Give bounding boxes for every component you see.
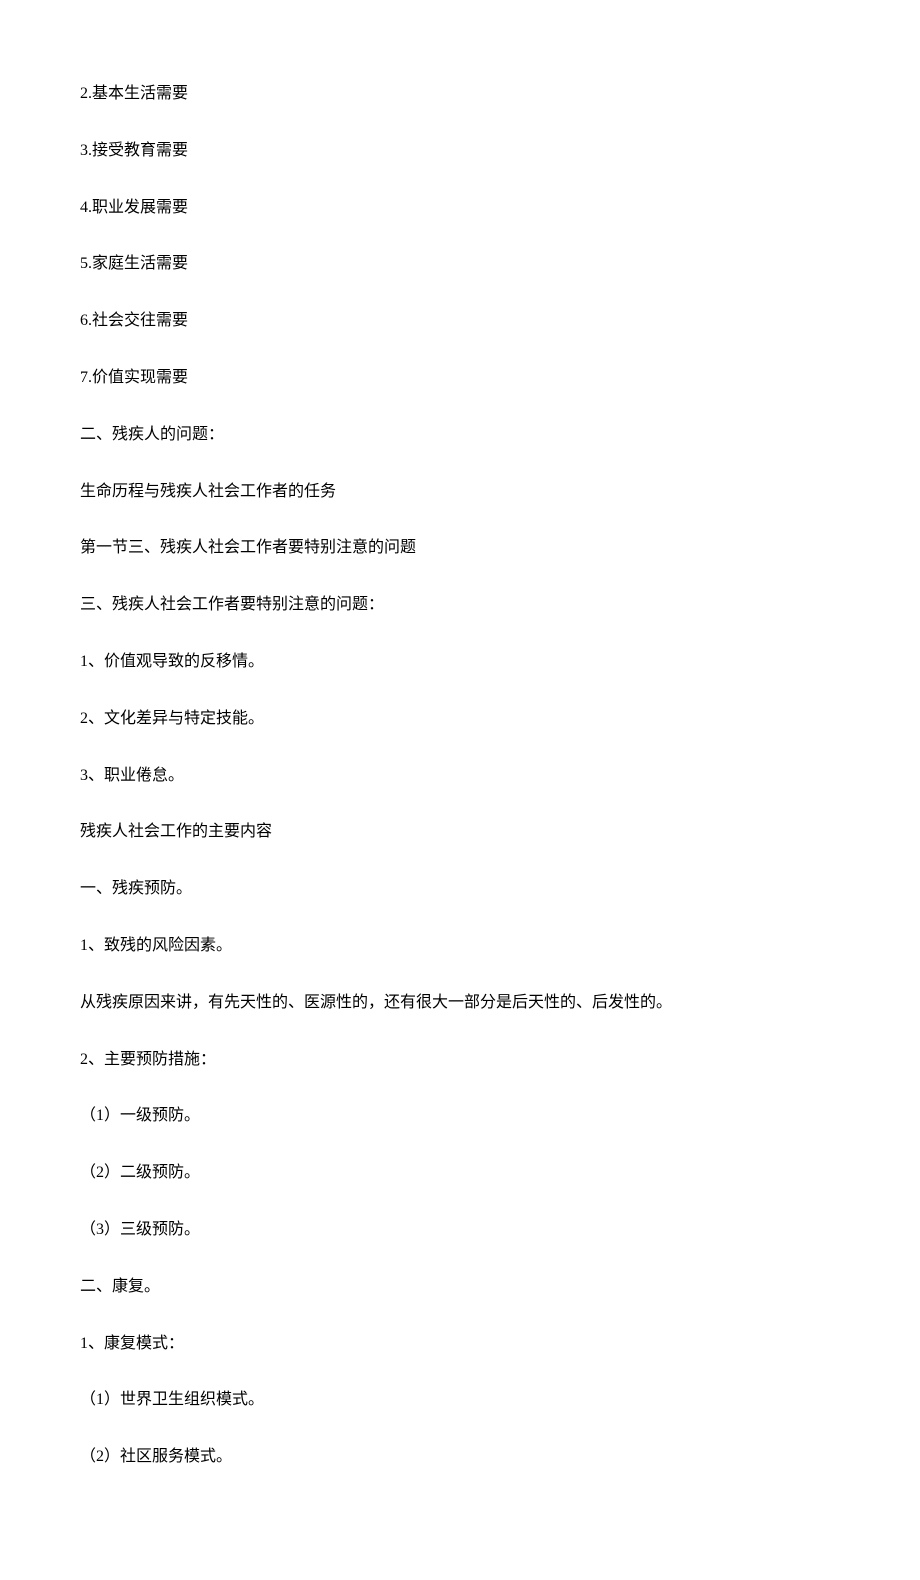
text-line: 3.接受教育需要 xyxy=(80,137,840,166)
text-line: 2、主要预防措施： xyxy=(80,1046,840,1075)
text-line: 6.社会交往需要 xyxy=(80,307,840,336)
text-line: 第一节三、残疾人社会工作者要特别注意的问题 xyxy=(80,534,840,563)
text-line: 2、文化差异与特定技能。 xyxy=(80,705,840,734)
text-line: 生命历程与残疾人社会工作者的任务 xyxy=(80,478,840,507)
text-line: 从残疾原因来讲，有先天性的、医源性的，还有很大一部分是后天性的、后发性的。 xyxy=(80,989,840,1018)
text-line: 三、残疾人社会工作者要特别注意的问题： xyxy=(80,591,840,620)
text-line: 1、康复模式： xyxy=(80,1330,840,1359)
text-line: 3、职业倦怠。 xyxy=(80,762,840,791)
text-line: （1）世界卫生组织模式。 xyxy=(80,1386,840,1415)
text-line: 二、康复。 xyxy=(80,1273,840,1302)
text-line: （2）社区服务模式。 xyxy=(80,1443,840,1472)
text-line: 残疾人社会工作的主要内容 xyxy=(80,818,840,847)
text-line: 5.家庭生活需要 xyxy=(80,250,840,279)
text-line: 7.价值实现需要 xyxy=(80,364,840,393)
text-line: 1、致残的风险因素。 xyxy=(80,932,840,961)
text-line: 4.职业发展需要 xyxy=(80,194,840,223)
text-line: 2.基本生活需要 xyxy=(80,80,840,109)
text-line: （3）三级预防。 xyxy=(80,1216,840,1245)
text-line: （1）一级预防。 xyxy=(80,1102,840,1131)
text-line: 二、残疾人的问题： xyxy=(80,421,840,450)
text-line: 1、价值观导致的反移情。 xyxy=(80,648,840,677)
text-line: 一、残疾预防。 xyxy=(80,875,840,904)
text-line: （2）二级预防。 xyxy=(80,1159,840,1188)
